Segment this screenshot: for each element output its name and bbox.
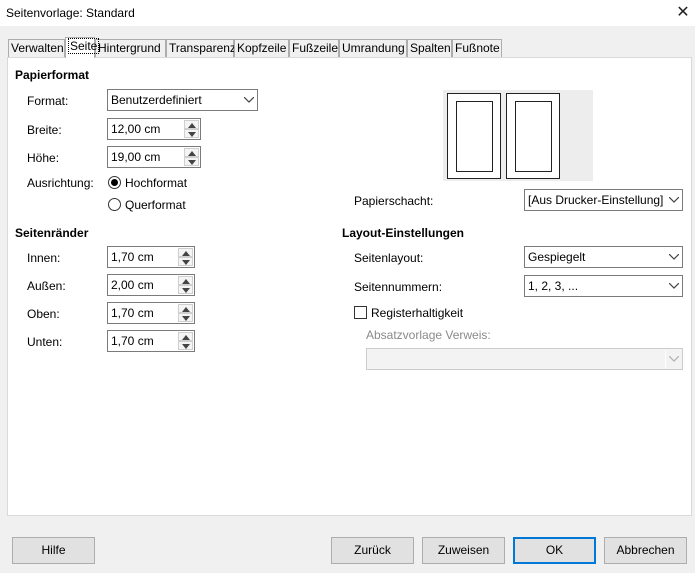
spin-down-icon[interactable] — [178, 285, 193, 294]
orientation-label: Ausrichtung: — [27, 176, 94, 190]
landscape-radio[interactable] — [108, 198, 121, 211]
layout-heading: Layout-Einstellungen — [342, 226, 465, 240]
tab-label: Umrandung — [342, 41, 405, 55]
tab-hintergrund[interactable]: Hintergrund — [95, 39, 166, 57]
right-page-preview — [506, 93, 560, 179]
spin-up-icon[interactable] — [184, 120, 199, 129]
cancel-button[interactable]: Abbrechen — [604, 537, 687, 564]
tab-label: Transparenz — [169, 41, 236, 55]
tab-label: Kopfzeile — [237, 41, 287, 55]
format-label: Format: — [27, 94, 69, 108]
chevron-down-icon — [665, 248, 681, 266]
close-icon[interactable]: ✕ — [672, 2, 694, 24]
format-dropdown[interactable]: Benutzerdefiniert — [107, 89, 258, 111]
width-value: 12,00 cm — [111, 122, 161, 136]
top-margin-label: Oben: — [27, 307, 60, 321]
tab-fussnote[interactable]: Fußnote — [452, 39, 502, 57]
left-page-preview — [447, 93, 501, 179]
paper-tray-label: Papierschacht: — [354, 194, 434, 208]
outer-margin-value: 2,00 cm — [111, 278, 154, 292]
inner-margin-spinbox[interactable]: 1,70 cm — [107, 246, 195, 268]
tab-kopfzeile[interactable]: Kopfzeile — [234, 39, 289, 57]
landscape-label[interactable]: Querformat — [125, 198, 186, 212]
spin-up-icon[interactable] — [178, 248, 193, 257]
spin-up-icon[interactable] — [178, 304, 193, 313]
bottom-margin-spinbox[interactable]: 1,70 cm — [107, 330, 195, 352]
tab-label: Fußzeile — [292, 41, 339, 55]
page-numbers-dropdown[interactable]: 1, 2, 3, ... — [524, 275, 683, 297]
height-label: Höhe: — [27, 151, 60, 165]
tab-umrandung[interactable]: Umrandung — [339, 39, 407, 57]
tab-label: Spalten — [410, 41, 451, 55]
bottom-margin-value: 1,70 cm — [111, 334, 154, 348]
right-page-margin — [515, 101, 552, 172]
spin-up-icon[interactable] — [178, 332, 193, 341]
width-spinbox[interactable]: 12,00 cm — [107, 118, 201, 140]
tab-label: Fußnote — [455, 41, 500, 55]
ref-style-dropdown[interactable] — [366, 348, 683, 370]
spin-up-icon[interactable] — [184, 148, 199, 157]
outer-margin-label: Außen: — [27, 279, 66, 293]
spin-down-icon[interactable] — [184, 129, 199, 138]
margins-heading: Seitenränder — [15, 226, 89, 240]
tab-label: Hintergrund — [98, 41, 161, 55]
chevron-down-icon — [240, 91, 256, 109]
help-button[interactable]: Hilfe — [12, 537, 95, 564]
spin-down-icon[interactable] — [178, 257, 193, 266]
bottom-margin-label: Unten: — [27, 335, 63, 349]
paper-tray-dropdown[interactable]: [Aus Drucker-Einstellung] — [524, 189, 683, 211]
ok-button[interactable]: OK — [513, 537, 596, 564]
width-label: Breite: — [27, 123, 62, 137]
page-preview — [443, 90, 593, 181]
page-layout-value: Gespiegelt — [528, 250, 586, 264]
reset-button[interactable]: Zuweisen — [422, 537, 505, 564]
height-value: 19,00 cm — [111, 150, 161, 164]
tab-seite[interactable]: Seite — [65, 37, 100, 58]
height-spinbox[interactable]: 19,00 cm — [107, 146, 201, 168]
chevron-down-icon — [665, 350, 681, 368]
paper-format-heading: Papierformat — [15, 68, 90, 82]
page-layout-dropdown[interactable]: Gespiegelt — [524, 246, 683, 268]
register-checkbox[interactable] — [354, 306, 367, 319]
inner-margin-label: Innen: — [27, 251, 61, 265]
portrait-radio[interactable] — [108, 176, 121, 189]
register-label[interactable]: Registerhaltigkeit — [371, 306, 463, 320]
page-numbers-label: Seitennummern: — [354, 280, 443, 294]
tab-spalten[interactable]: Spalten — [407, 39, 452, 57]
format-value: Benutzerdefiniert — [111, 93, 202, 107]
spin-up-icon[interactable] — [178, 276, 193, 285]
tab-fusszeile[interactable]: Fußzeile — [289, 39, 339, 57]
page-layout-label: Seitenlayout: — [354, 251, 424, 265]
inner-margin-value: 1,70 cm — [111, 250, 154, 264]
portrait-label[interactable]: Hochformat — [125, 176, 187, 190]
back-button[interactable]: Zurück — [331, 537, 414, 564]
chevron-down-icon — [665, 191, 681, 209]
spin-down-icon[interactable] — [178, 313, 193, 322]
page-numbers-value: 1, 2, 3, ... — [528, 279, 579, 293]
outer-margin-spinbox[interactable]: 2,00 cm — [107, 274, 195, 296]
left-page-margin — [456, 101, 493, 172]
spin-down-icon[interactable] — [178, 341, 193, 350]
tab-transparenz[interactable]: Transparenz — [166, 39, 236, 57]
top-margin-value: 1,70 cm — [111, 306, 154, 320]
tab-label: Seite — [68, 38, 100, 54]
window-title: Seitenvorlage: Standard — [6, 6, 135, 20]
tab-label: Verwalten — [11, 41, 64, 55]
ref-style-label: Absatzvorlage Verweis: — [366, 328, 491, 342]
chevron-down-icon — [665, 277, 681, 295]
top-margin-spinbox[interactable]: 1,70 cm — [107, 302, 195, 324]
spin-down-icon[interactable] — [184, 157, 199, 166]
paper-tray-value: [Aus Drucker-Einstellung] — [528, 193, 664, 207]
tab-verwalten[interactable]: Verwalten — [8, 39, 65, 57]
